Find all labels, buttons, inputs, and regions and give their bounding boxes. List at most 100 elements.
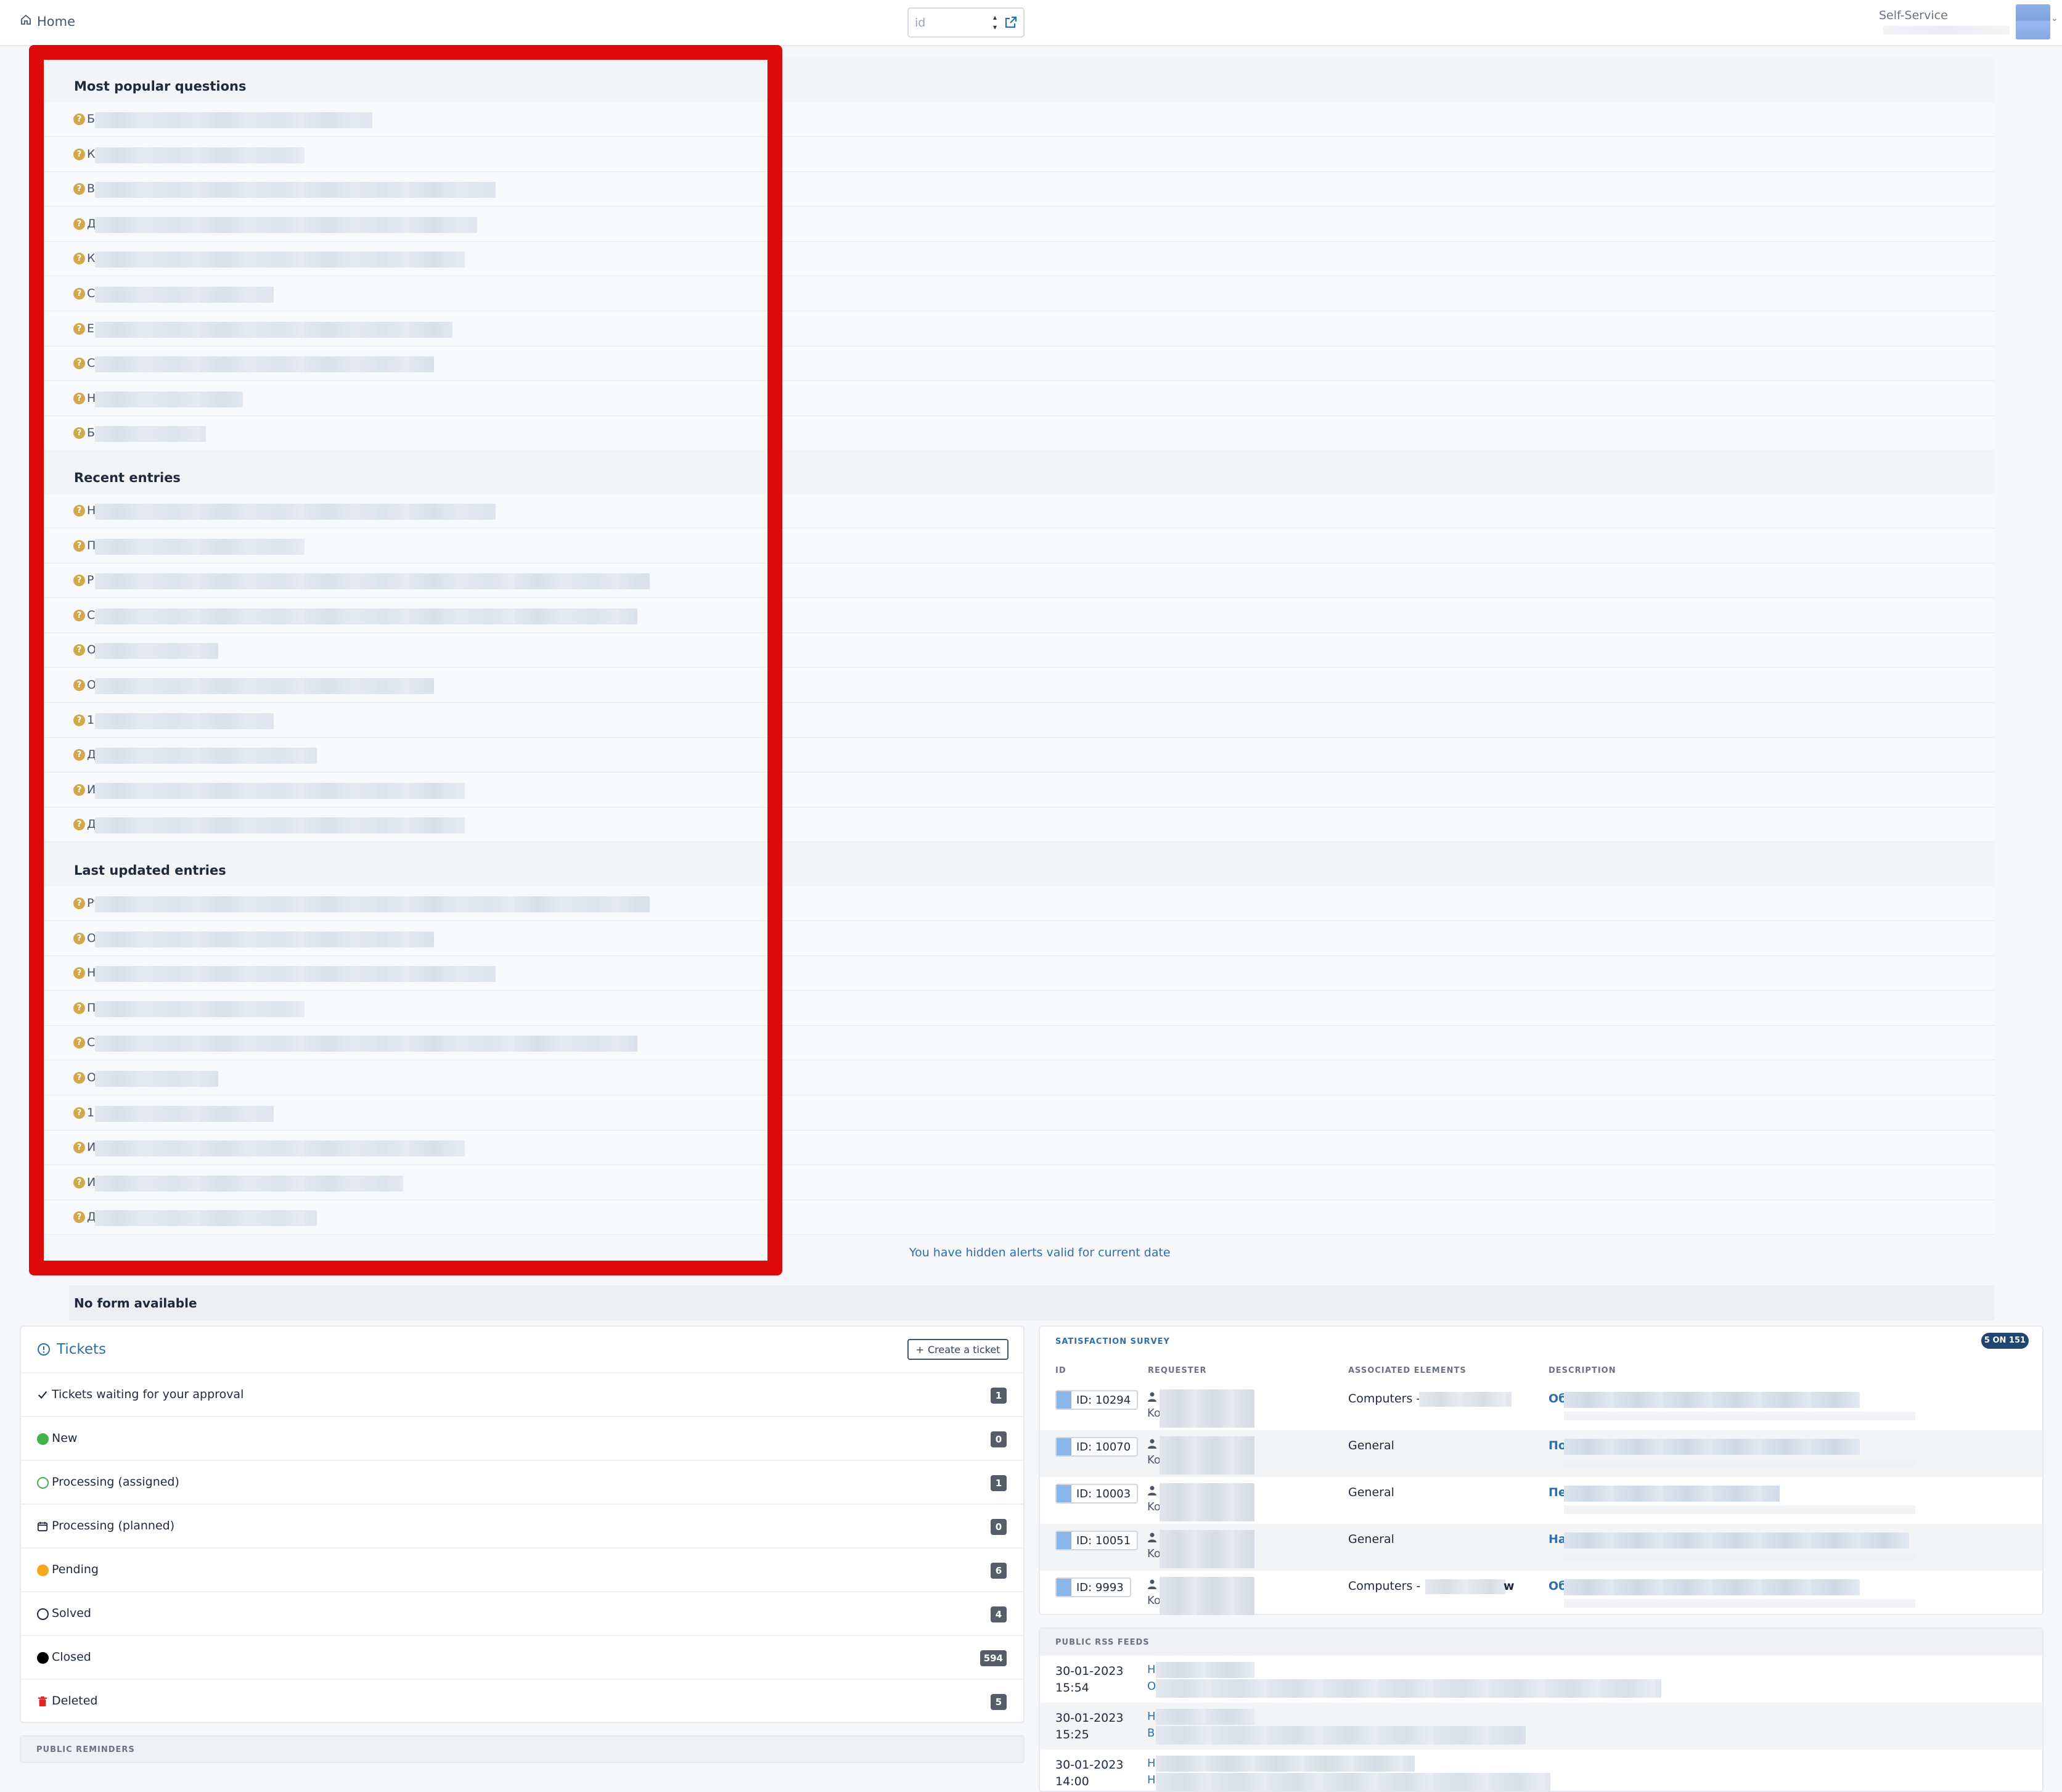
rss-date: 30-01-2023 15:54 [1055,1664,1124,1695]
requester-name[interactable]: Ko [1147,1547,1161,1560]
requester-name[interactable]: Ko [1147,1407,1161,1420]
ticket-status-label: Pending [52,1563,99,1576]
chevron-down-icon[interactable]: ⌄ [2051,14,2058,23]
associated-element[interactable]: General [1348,1486,1394,1499]
associated-element[interactable]: Computers - [1348,1579,1420,1593]
survey-count-badge: 5 ON 151 [1981,1333,2029,1349]
ticket-status-label: New [52,1431,78,1445]
column-header-associated[interactable]: ASSOCIATED ELEMENTS [1348,1366,1467,1375]
column-header-requester[interactable]: REQUESTER [1148,1366,1207,1375]
survey-row: ID: 10294 Ko Computers - s Об [1040,1383,2042,1430]
requester-name[interactable]: Ko [1147,1454,1161,1467]
ticket-status-label: Closed [52,1650,91,1664]
top-bar: Home ▴▾ Self-Service ⌄ [0,0,2062,46]
user-icon [1148,1532,1156,1542]
ticket-status-row[interactable]: Solved 4 [21,1592,1023,1636]
survey-title[interactable]: SATISFACTION SURVEY [1055,1337,1170,1346]
ticket-count-badge: 0 [991,1431,1007,1447]
survey-row: ID: 10070 Ko General По [1040,1430,2042,1477]
blurred-description-line [1564,1505,1915,1514]
ticket-status-label: Tickets waiting for your approval [52,1388,244,1401]
column-header-description[interactable]: DESCRIPTION [1549,1366,1616,1375]
rss-title[interactable]: PUBLIC RSS FEEDS [1055,1638,1150,1647]
rss-date: 30-01-2023 15:25 [1055,1711,1124,1741]
column-header-id[interactable]: ID [1055,1366,1066,1375]
interface-label: Self-Service [1879,9,1948,22]
blurred-feed-title [1156,1756,1415,1772]
requester-name[interactable]: Ko [1147,1594,1161,1607]
avatar[interactable] [2016,4,2050,39]
ticket-status-row[interactable]: Deleted 5 [21,1680,1023,1724]
rss-feed-title[interactable]: Н [1147,1757,1156,1770]
blurred-description-line [1564,1412,1915,1420]
blurred-associated [1419,1392,1512,1407]
blurred-requester [1160,1436,1254,1475]
ticket-count-badge: 1 [991,1388,1007,1404]
external-link-icon[interactable] [1004,15,1020,31]
rss-feed-summary[interactable]: В [1147,1727,1155,1740]
hidden-alerts-link[interactable]: You have hidden alerts valid for current… [909,1246,1171,1259]
tickets-header: Tickets + Create a ticket [21,1327,1023,1373]
tickets-card: Tickets + Create a ticket Tickets waitin… [20,1325,1025,1724]
blurred-associated [1425,1579,1505,1594]
public-reminders-panel[interactable]: PUBLIC REMINDERS [20,1735,1025,1763]
ticket-status-icon [1057,1391,1071,1409]
user-icon [1148,1439,1156,1449]
plus-icon: + [915,1343,924,1356]
rss-feed-row[interactable]: 30-01-2023 15:54 Н О [1040,1656,2042,1703]
ticket-id-link[interactable]: ID: 10051 [1055,1531,1139,1550]
ticket-count-badge: 6 [991,1563,1007,1579]
home-link[interactable]: Home [20,14,75,29]
rss-feed-title[interactable]: Н [1147,1663,1156,1676]
ticket-id-input[interactable] [915,14,983,32]
ticket-status-row[interactable]: Closed 594 [21,1636,1023,1680]
ticket-id-link[interactable]: ID: 9993 [1055,1577,1131,1597]
no-form-text: No form available [74,1296,197,1311]
ticket-status-row[interactable]: Pending 6 [21,1549,1023,1592]
blurred-description [1564,1532,1909,1549]
tickets-title[interactable]: Tickets [37,1341,106,1357]
ticket-count-badge: 0 [991,1519,1007,1535]
requester-name[interactable]: Ko [1147,1500,1161,1513]
outline-circle-icon [36,1607,49,1621]
ticket-id-link[interactable]: ID: 10070 [1055,1437,1139,1457]
user-icon [1148,1392,1156,1402]
blurred-description [1564,1392,1860,1408]
blurred-feed-summary [1156,1773,1550,1791]
user-icon [1148,1486,1156,1495]
ticket-status-row[interactable]: Processing (assigned) 1 [21,1461,1023,1505]
rss-feed-summary[interactable]: Н [1147,1774,1156,1786]
blurred-feed-summary [1156,1679,1661,1698]
reminders-title: PUBLIC REMINDERS [36,1745,135,1754]
associated-element[interactable]: General [1348,1439,1394,1452]
filled-circle-icon [36,1563,49,1577]
user-icon [1148,1579,1156,1589]
trash-icon [36,1695,49,1708]
rss-header: PUBLIC RSS FEEDS [1040,1629,2042,1656]
ticket-count-badge: 1 [991,1475,1007,1491]
associated-element[interactable]: General [1348,1532,1394,1546]
blurred-description [1564,1579,1860,1595]
ticket-status-row[interactable]: Processing (planned) 0 [21,1505,1023,1549]
create-ticket-button[interactable]: + Create a ticket [907,1339,1008,1360]
ticket-id-link[interactable]: ID: 10003 [1055,1484,1139,1504]
ticket-status-label: Processing (planned) [52,1519,175,1532]
rss-feed-title[interactable]: Н [1147,1710,1156,1723]
ticket-status-label: Solved [52,1606,91,1620]
blurred-feed-title [1156,1709,1254,1725]
ticket-id-link[interactable]: ID: 10294 [1055,1390,1139,1410]
associated-element-tail: w [1504,1579,1515,1593]
filled-circle-icon [36,1651,49,1664]
associated-element[interactable]: Computers - s [1348,1392,1430,1405]
ticket-count-badge: 5 [991,1694,1007,1710]
id-stepper[interactable]: ▴ ▾ [990,12,1000,35]
rss-feed-summary[interactable]: О [1147,1680,1156,1693]
rss-feed-row[interactable]: 30-01-2023 14:00 Н Н [1040,1749,2042,1792]
ticket-id-box: ▴▾ [907,7,1025,38]
rss-feed-row[interactable]: 30-01-2023 15:25 Н В [1040,1703,2042,1749]
ticket-status-row[interactable]: New 0 [21,1417,1023,1461]
ticket-status-label: Deleted [52,1694,98,1708]
ticket-status-label: Processing (assigned) [52,1475,179,1489]
forms-panel: No form available [69,1285,1994,1320]
ticket-status-row[interactable]: Tickets waiting for your approval 1 [21,1373,1023,1417]
